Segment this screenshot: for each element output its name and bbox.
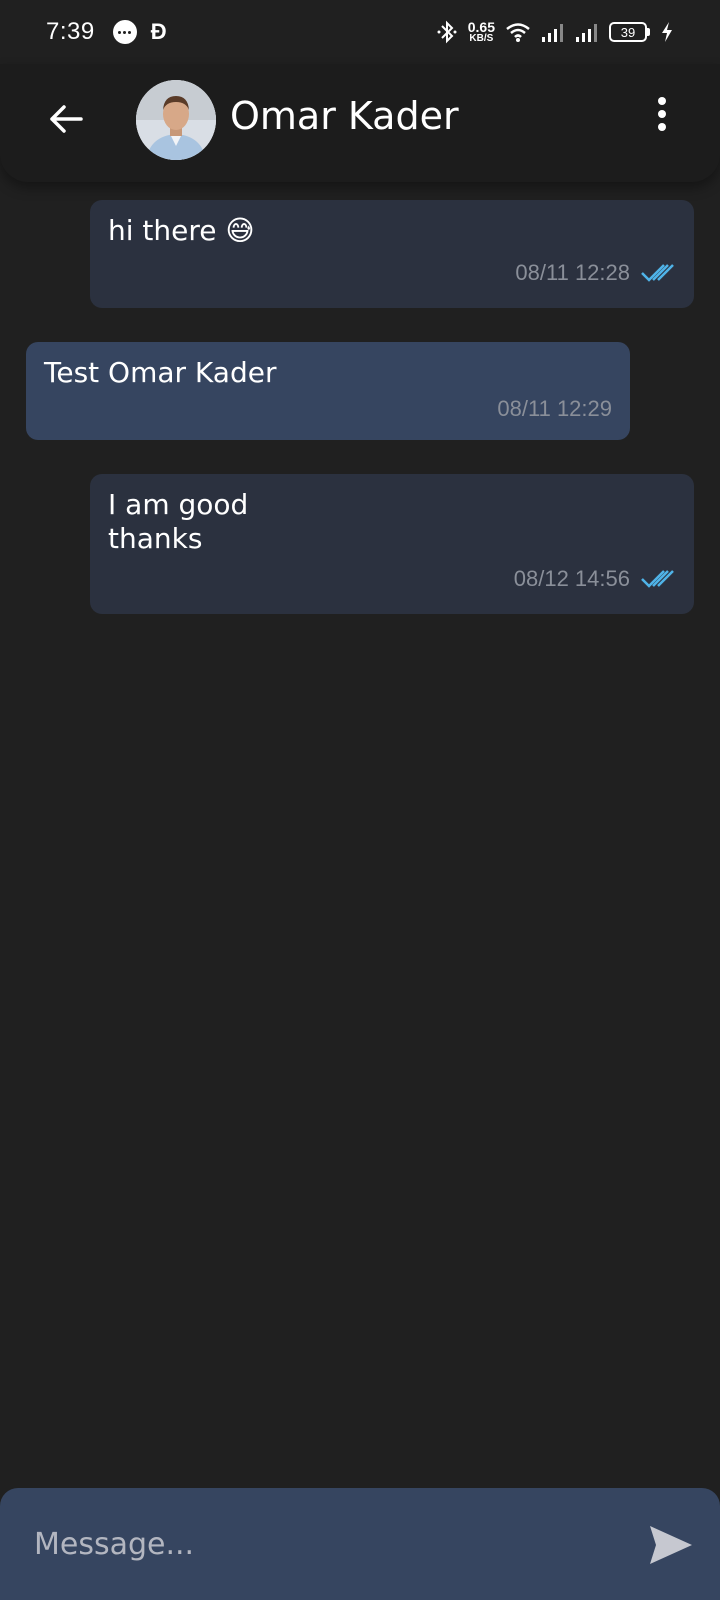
signal-icon-2: [576, 24, 597, 42]
message-timestamp: 08/11 12:28: [515, 260, 630, 285]
contact-photo: [136, 80, 216, 160]
contact-name: Omar Kader: [230, 94, 459, 138]
double-check-icon: [641, 264, 674, 282]
notification-icons: Ð: [112, 19, 167, 45]
avatar[interactable]: [136, 80, 216, 160]
network-speed-value: 0.65: [467, 19, 495, 35]
message-text: hi there 😅: [108, 214, 255, 247]
messages-notification-icon: [112, 20, 137, 44]
network-speed-unit: KB/S: [469, 33, 494, 44]
message-bubble-sent[interactable]: hi there 😅 08/11 12:28: [90, 200, 694, 308]
message-composer: [0, 1488, 720, 1600]
back-button[interactable]: [46, 99, 86, 139]
more-vertical-icon: [658, 97, 666, 105]
network-speed: 0.65 KB/S: [468, 20, 495, 44]
status-time: 7:39: [46, 18, 95, 45]
message-meta: 08/12 14:56: [514, 566, 676, 592]
more-options-button[interactable]: [650, 94, 674, 134]
message-bubble-received[interactable]: Test Omar Kader 08/11 12:29: [26, 342, 630, 440]
signal-icon-1: [542, 24, 563, 42]
send-button[interactable]: [648, 1524, 694, 1566]
double-check-icon: [641, 570, 674, 588]
send-icon: [650, 1526, 692, 1564]
message-text: I am good thanks: [108, 488, 249, 555]
arrow-left-icon: [50, 105, 83, 133]
message-timestamp: 08/11 12:29: [497, 396, 612, 421]
battery-level: 39: [609, 22, 647, 42]
chat-header: Omar Kader: [0, 64, 720, 182]
message-bubble-sent[interactable]: I am good thanks 08/12 14:56: [90, 474, 694, 614]
system-icons: 0.65 KB/S 39: [436, 20, 674, 44]
message-timestamp: 08/12 14:56: [513, 566, 630, 591]
message-meta: 08/11 12:28: [515, 260, 676, 286]
status-bar: 7:39 Ð 0.65 KB/S 39: [0, 0, 720, 64]
wifi-icon: [506, 23, 530, 42]
battery-icon: 39: [609, 22, 650, 42]
message-text: Test Omar Kader: [44, 356, 277, 389]
message-input[interactable]: [20, 1510, 620, 1578]
bluetooth-icon: [437, 20, 457, 44]
app-notification-icon: Ð: [150, 19, 167, 44]
charging-icon: [662, 22, 672, 42]
message-meta: 08/11 12:29: [497, 396, 612, 422]
